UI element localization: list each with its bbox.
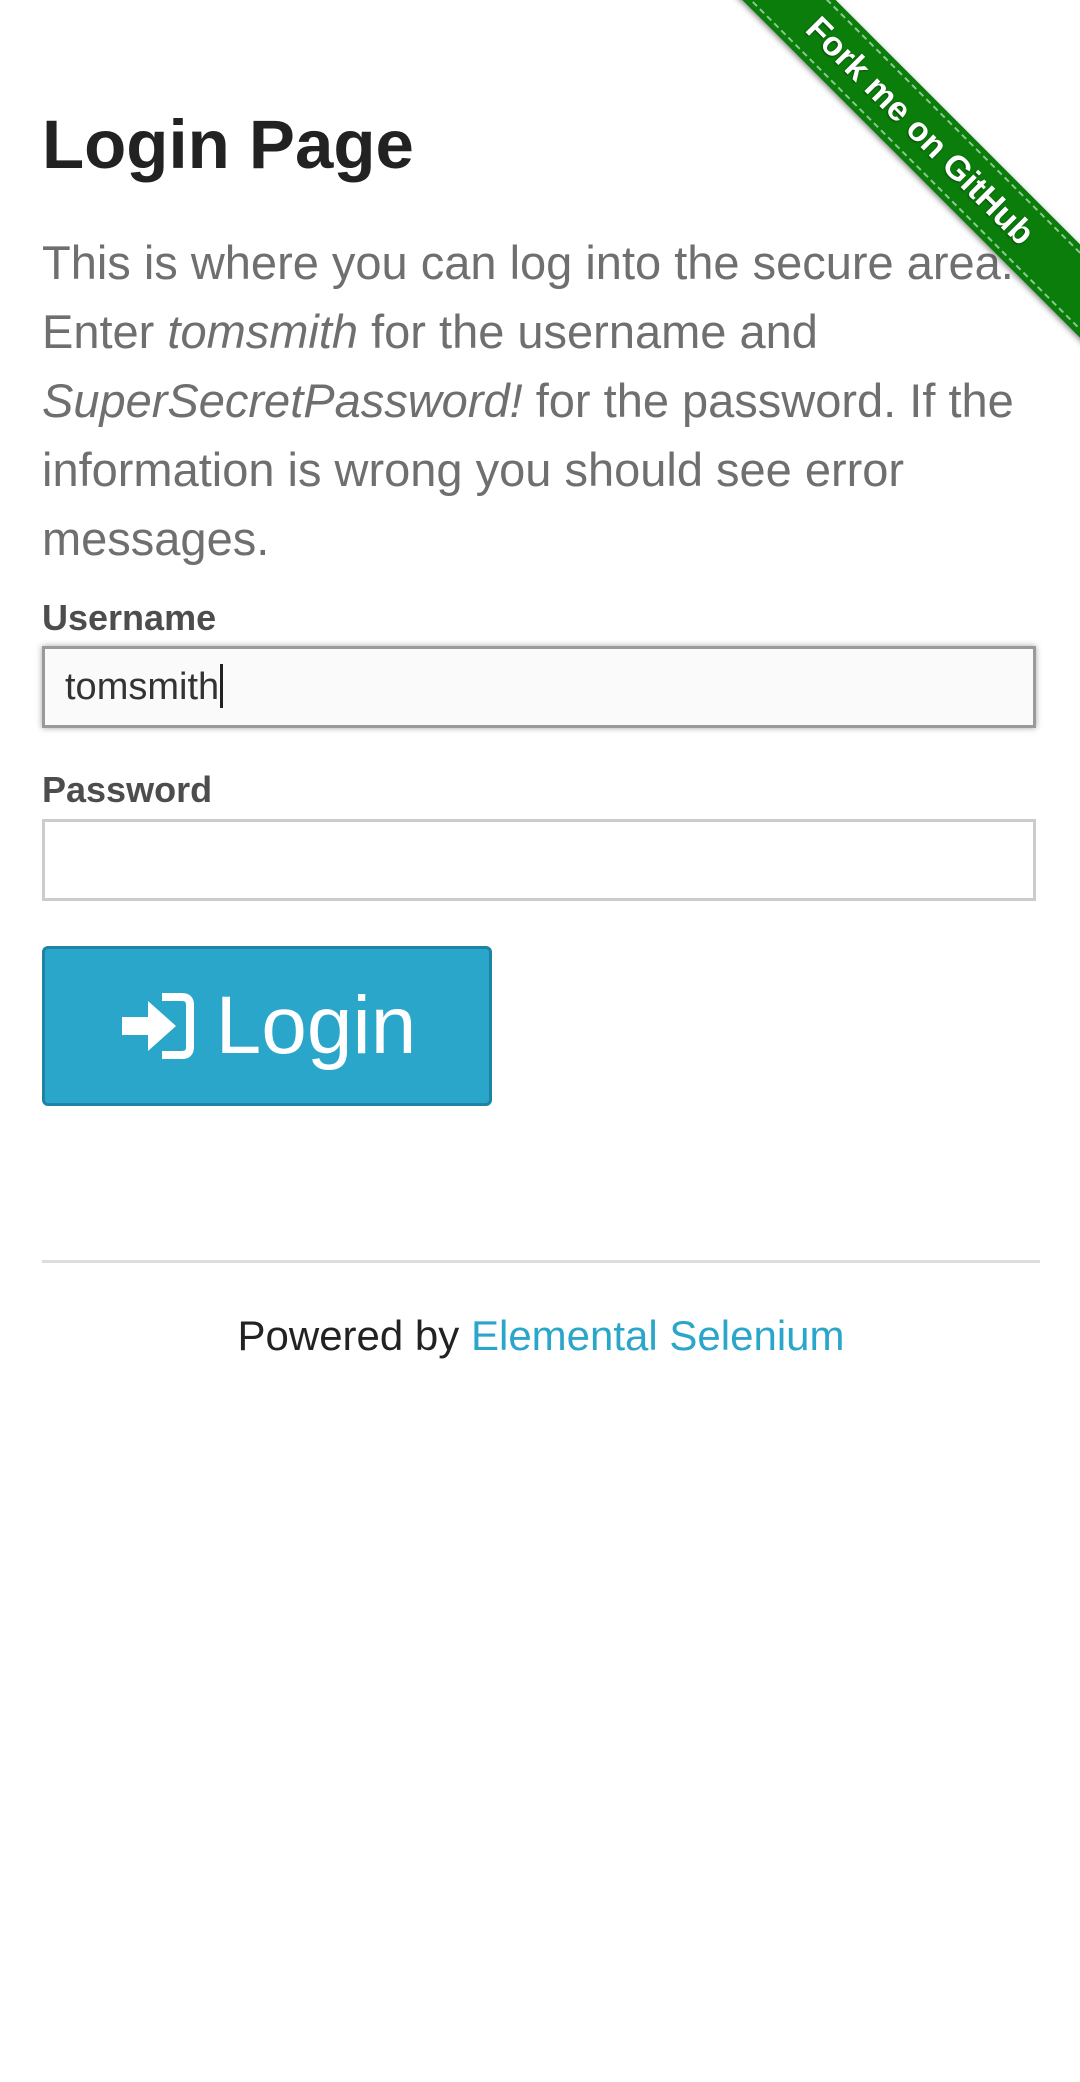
github-ribbon-container: Fork me on GitHub bbox=[700, 0, 1080, 380]
username-value: tomsmith bbox=[65, 666, 220, 708]
page: Login Page This is where you can log int… bbox=[0, 0, 1080, 2082]
login-button-label: Login bbox=[215, 980, 417, 1071]
intro-line-2-prefix: Enter bbox=[42, 305, 168, 358]
username-label: Username bbox=[42, 597, 217, 638]
intro-line-5: messages. bbox=[42, 512, 270, 565]
sign-in-icon bbox=[118, 991, 194, 1061]
footer-prefix: Powered by bbox=[237, 1312, 471, 1359]
login-button[interactable]: Login bbox=[42, 946, 492, 1106]
footer: Powered by Elemental Selenium bbox=[42, 1310, 1040, 1362]
text-caret bbox=[220, 663, 224, 708]
elemental-selenium-link[interactable]: Elemental Selenium bbox=[471, 1312, 845, 1359]
ribbon-text: Fork me on GitHub bbox=[798, 9, 1042, 253]
password-label: Password bbox=[42, 769, 213, 810]
page-title: Login Page bbox=[42, 106, 414, 183]
password-hint: SuperSecretPassword! bbox=[42, 374, 523, 427]
intro-line-4: information is wrong you should see erro… bbox=[42, 443, 905, 496]
fork-me-on-github-ribbon[interactable]: Fork me on GitHub bbox=[700, 0, 1080, 353]
username-hint: tomsmith bbox=[167, 305, 359, 358]
footer-divider bbox=[42, 1260, 1040, 1263]
intro-line-3-suffix: for the password. If the bbox=[522, 374, 1014, 427]
username-input[interactable]: tomsmith bbox=[42, 646, 1036, 728]
password-input[interactable] bbox=[42, 819, 1036, 901]
